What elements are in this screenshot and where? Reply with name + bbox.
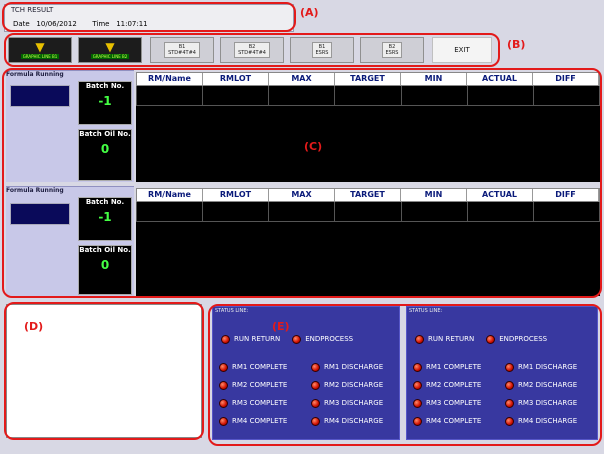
annotation-a-box: [2, 2, 296, 32]
annotation-a-label: (A): [300, 6, 319, 19]
annotation-d-label: (D): [24, 320, 44, 333]
annotation-e-label: (E): [272, 320, 290, 333]
annotation-c-box: [2, 68, 602, 298]
annotation-b-box: [4, 33, 500, 67]
annotation-b-label: (B): [507, 38, 526, 51]
annotation-e-box: [208, 304, 602, 446]
annotation-c-label: (C): [304, 140, 323, 153]
